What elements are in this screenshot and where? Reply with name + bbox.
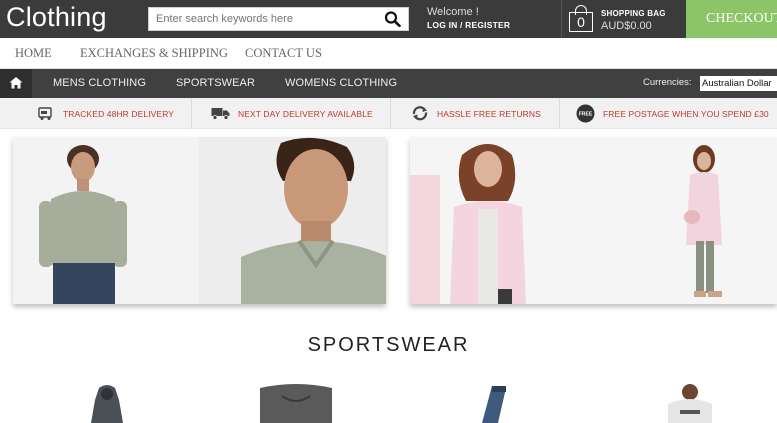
welcome-block: Welcome ! LOG IN / REGISTER: [427, 6, 510, 32]
benefit-divider: [559, 98, 560, 129]
shopping-bag-summary[interactable]: SHOPPING BAG AUD$0.00: [601, 8, 666, 32]
section-title: SPORTSWEAR: [307, 334, 470, 356]
truck-parcel-icon: [38, 106, 54, 126]
search-icon[interactable]: [384, 11, 402, 28]
search-input[interactable]: [149, 8, 374, 30]
benefit-divider: [191, 98, 192, 129]
bag-count: 0: [569, 12, 593, 32]
free-badge-icon: FREE: [576, 104, 595, 128]
top-header: Clothing Welcome ! LOG IN / REGISTER 0 S…: [0, 0, 777, 38]
product-thumb-tshirt[interactable]: [660, 384, 720, 423]
category-mens-clothing[interactable]: MENS CLOTHING: [53, 77, 146, 89]
shopping-bag-icon[interactable]: 0: [569, 4, 593, 32]
category-womens-clothing[interactable]: WOMENS CLOTHING: [285, 77, 397, 89]
benefit-label: TRACKED 48HR DELIVERY: [63, 109, 175, 119]
product-thumb-sock[interactable]: [476, 384, 521, 423]
category-nav: MENS CLOTHING SPORTSWEAR WOMENS CLOTHING…: [0, 69, 777, 98]
benefit-divider: [390, 98, 391, 129]
top-nav: HOME EXCHANGES & SHIPPING CONTACT US: [0, 38, 777, 69]
product-thumb-joggers[interactable]: [258, 384, 334, 423]
benefit-label: NEXT DAY DELIVERY AVAILABLE: [238, 109, 373, 119]
benefits-bar: TRACKED 48HR DELIVERY NEXT DAY DELIVERY …: [0, 98, 777, 129]
benefit-label: HASSLE FREE RETURNS: [437, 109, 541, 119]
nav-exchanges-shipping[interactable]: EXCHANGES & SHIPPING: [80, 46, 228, 61]
product-thumb-hoodie[interactable]: [85, 384, 130, 423]
bag-total: AUD$0.00: [601, 20, 652, 32]
delivery-truck-icon: [211, 107, 230, 125]
category-sportswear[interactable]: SPORTSWEAR: [176, 77, 255, 89]
nav-contact-us[interactable]: CONTACT US: [245, 46, 322, 61]
banner-mens-clothing[interactable]: [13, 137, 386, 304]
shopping-bag-label: SHOPPING BAG: [601, 9, 666, 18]
checkout-button[interactable]: CHECKOUT: [686, 0, 777, 38]
currency-select[interactable]: Australian Dollar: [700, 76, 777, 91]
benefit-label: FREE POSTAGE WHEN YOU SPEND £30: [603, 109, 769, 119]
search-box: [148, 7, 409, 31]
returns-arrows-icon: [411, 105, 429, 126]
nav-home[interactable]: HOME: [15, 46, 52, 61]
free-badge-text: FREE: [579, 111, 593, 117]
banner-womens-clothing[interactable]: [410, 137, 777, 304]
banner-mens-image: [13, 137, 386, 304]
header-divider: [561, 0, 562, 38]
site-logo[interactable]: Clothing: [6, 2, 107, 33]
login-register-link[interactable]: LOG IN / REGISTER: [427, 19, 510, 32]
home-icon[interactable]: [0, 69, 32, 98]
banner-womens-image: [410, 137, 777, 304]
welcome-text: Welcome !: [427, 6, 479, 18]
currency-label: Currencies:: [643, 77, 692, 88]
